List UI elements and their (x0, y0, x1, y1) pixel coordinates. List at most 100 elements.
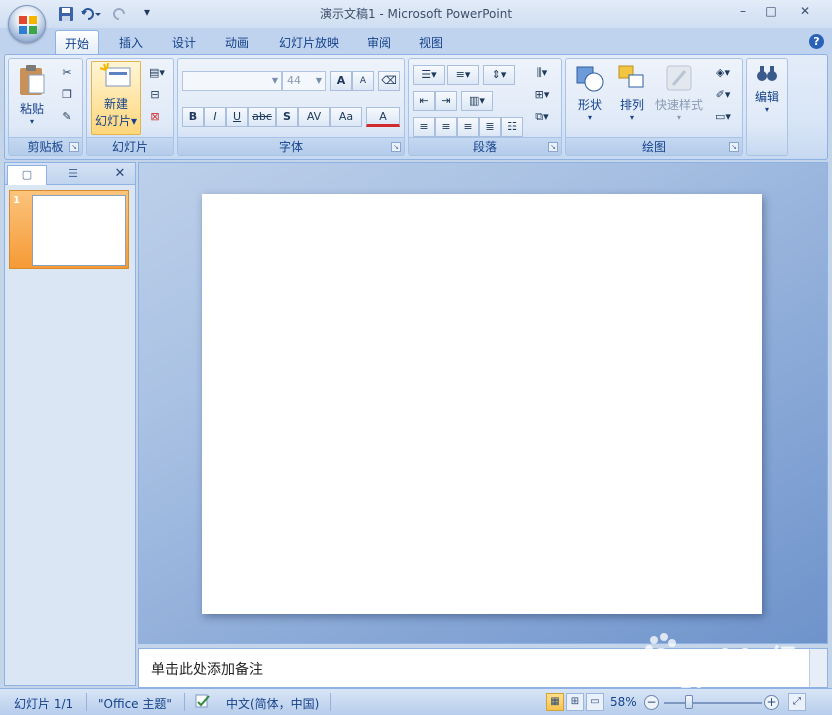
close-button[interactable]: ✕ (792, 4, 818, 22)
clear-format-icon[interactable]: ⌫ (378, 71, 400, 91)
arrange-dropdown-icon: ▾ (629, 113, 634, 122)
normal-view-button[interactable]: ▦ (546, 693, 564, 711)
slide-workspace (138, 162, 828, 644)
spellcheck-icon[interactable] (194, 693, 212, 712)
text-direction-icon[interactable]: ⫼▾ (529, 63, 555, 83)
slideshow-view-button[interactable]: ▭ (586, 693, 604, 711)
slide-sorter-view-button[interactable]: ⊞ (566, 693, 584, 711)
slides-panel: ▢ ☰ ✕ 1 (4, 162, 136, 686)
slides-group: 新建 幻灯片▾ ▤▾ ⊟ ⊠ 幻灯片 (86, 58, 174, 156)
shape-fill-icon[interactable]: ◈▾ (708, 63, 738, 83)
bold-button[interactable]: B (182, 107, 204, 127)
arrange-button[interactable]: 排列 ▾ (612, 63, 652, 133)
font-name-combo[interactable]: ▼ (182, 71, 282, 91)
slides-tab[interactable]: ▢ (7, 165, 47, 185)
office-button[interactable] (8, 5, 46, 43)
arrange-label: 排列 (619, 98, 644, 112)
smartart-icon[interactable]: ⧉▾ (529, 107, 555, 127)
char-spacing-button[interactable]: AV (298, 107, 330, 127)
panel-close-icon[interactable]: ✕ (109, 165, 131, 185)
zoom-in-button[interactable]: + (764, 695, 779, 710)
slide-thumbnail[interactable] (32, 195, 126, 266)
notes-pane[interactable]: 单击此处添加备注 (138, 648, 828, 688)
minimize-button[interactable]: – (730, 4, 756, 22)
arrange-icon (618, 65, 644, 88)
columns-icon[interactable]: ▥▾ (461, 91, 493, 111)
clipboard-launcher-icon[interactable]: ↘ (69, 142, 79, 152)
justify-icon[interactable]: ≣ (479, 117, 501, 137)
shape-outline-icon[interactable]: ✐▾ (708, 85, 738, 105)
paragraph-group: ☰▾ ≡▾ ⇕▾ ⫼▾ ⇤ ⇥ ▥▾ ⊞▾ ≡ ≡ ≡ ≣ ☷ ⧉▾ 段落 ↘ (408, 58, 562, 156)
shape-effects-icon[interactable]: ▭▾ (708, 107, 738, 127)
zoom-out-button[interactable]: − (644, 695, 659, 710)
distributed-icon[interactable]: ☷ (501, 117, 523, 137)
status-bar: 幻灯片 1/1 "Office 主题" 中文(简体，中国) ▦ ⊞ ▭ 58% … (0, 688, 832, 715)
tab-design[interactable]: 设计 (162, 30, 206, 54)
notes-scrollbar[interactable] (809, 649, 827, 687)
shapes-button[interactable]: 形状 ▾ (570, 63, 610, 133)
copy-icon[interactable]: ❐ (57, 85, 77, 105)
notes-placeholder[interactable]: 单击此处添加备注 (151, 659, 263, 679)
shrink-font-button[interactable]: A (352, 71, 374, 91)
layout-icon[interactable]: ▤▾ (145, 63, 169, 83)
delete-slide-icon[interactable]: ⊠ (145, 107, 165, 127)
language-status[interactable]: 中文(简体，中国) (226, 695, 319, 712)
slide-count-status: 幻灯片 1/1 (14, 697, 74, 711)
slide-thumbnail-selected[interactable]: 1 (9, 190, 129, 269)
tab-animations[interactable]: 动画 (214, 30, 260, 54)
paragraph-launcher-icon[interactable]: ↘ (548, 142, 558, 152)
line-spacing-icon[interactable]: ⇕▾ (483, 65, 515, 85)
change-case-button[interactable]: Aa (330, 107, 362, 127)
cut-icon[interactable]: ✂ (57, 63, 77, 83)
font-group: ▼ 44 ▼ A A ⌫ B I U abc S AV Aa A 字体 ↘ (177, 58, 405, 156)
quick-styles-dropdown-icon: ▾ (676, 113, 681, 122)
editing-label: 编辑 (754, 90, 779, 104)
font-color-button[interactable]: A (366, 107, 400, 127)
paste-button[interactable]: 粘贴 ▾ (13, 63, 51, 133)
zoom-slider-thumb[interactable] (685, 695, 693, 709)
new-slide-button[interactable]: 新建 幻灯片▾ (91, 61, 141, 135)
tab-slideshow[interactable]: 幻灯片放映 (268, 30, 350, 54)
shadow-button[interactable]: S (276, 107, 298, 127)
reset-icon[interactable]: ⊟ (145, 85, 165, 105)
italic-button[interactable]: I (204, 107, 226, 127)
new-slide-label-line1: 新建 (103, 97, 128, 111)
drawing-launcher-icon[interactable]: ↘ (729, 142, 739, 152)
paste-label: 粘贴 (19, 102, 44, 116)
align-left-icon[interactable]: ≡ (413, 117, 435, 137)
align-text-icon[interactable]: ⊞▾ (529, 85, 555, 105)
editing-button[interactable]: 编辑 ▾ (749, 63, 785, 133)
font-size-dropdown-icon[interactable]: ▼ (316, 72, 322, 90)
increase-indent-icon[interactable]: ⇥ (435, 91, 457, 111)
slide-canvas[interactable] (202, 194, 762, 614)
zoom-level[interactable]: 58% (610, 695, 637, 709)
outline-tab[interactable]: ☰ (49, 165, 97, 185)
quick-styles-label: 快速样式 (654, 98, 703, 112)
theme-status[interactable]: "Office 主题" (98, 695, 172, 712)
font-launcher-icon[interactable]: ↘ (391, 142, 401, 152)
fit-to-window-button[interactable]: ⤢ (788, 693, 806, 711)
font-size-combo[interactable]: 44 ▼ (282, 71, 326, 91)
decrease-indent-icon[interactable]: ⇤ (413, 91, 435, 111)
zoom-slider-track[interactable] (664, 702, 762, 704)
help-icon[interactable]: ? (809, 34, 824, 49)
tab-review[interactable]: 审阅 (357, 30, 401, 54)
maximize-button[interactable]: □ (758, 4, 784, 22)
title-bar: ▾ 演示文稿1 - Microsoft PowerPoint – □ ✕ (0, 0, 832, 28)
slides-group-label: 幻灯片 (87, 137, 173, 155)
underline-button[interactable]: U (226, 107, 248, 127)
strikethrough-button[interactable]: abc (248, 107, 276, 127)
align-right-icon[interactable]: ≡ (457, 117, 479, 137)
grow-font-button[interactable]: A (330, 71, 352, 91)
bullets-icon[interactable]: ☰▾ (413, 65, 445, 85)
tab-view[interactable]: 视图 (409, 30, 453, 54)
font-name-dropdown-icon[interactable]: ▼ (272, 72, 278, 90)
tab-home[interactable]: 开始 (55, 30, 99, 54)
format-painter-icon[interactable]: ✎ (57, 107, 77, 127)
status-separator (184, 693, 185, 711)
numbering-icon[interactable]: ≡▾ (447, 65, 479, 85)
align-center-icon[interactable]: ≡ (435, 117, 457, 137)
tab-insert[interactable]: 插入 (108, 30, 154, 54)
ribbon-tabs: 开始 插入 设计 动画 幻灯片放映 审阅 视图 ? (0, 28, 832, 54)
quick-styles-button[interactable]: 快速样式 ▾ (654, 63, 704, 133)
